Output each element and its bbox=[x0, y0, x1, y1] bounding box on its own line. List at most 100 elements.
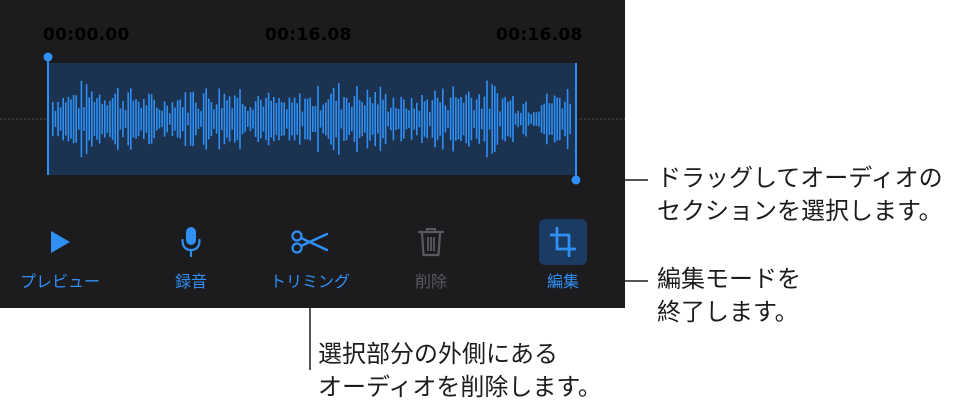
waveform-bar bbox=[423, 101, 426, 137]
selection-end-handle-knob[interactable] bbox=[571, 175, 581, 185]
waveform-bar bbox=[195, 102, 197, 136]
waveform-bar bbox=[345, 97, 348, 141]
waveform-view[interactable] bbox=[0, 0, 625, 200]
waveform-bar bbox=[410, 98, 413, 140]
waveform-bar bbox=[239, 89, 241, 149]
waveform-bar bbox=[166, 105, 168, 133]
preview-label: プレビュー bbox=[19, 272, 100, 291]
waveform-bar bbox=[322, 104, 324, 134]
waveform-bar bbox=[361, 101, 363, 137]
waveform-bar bbox=[267, 92, 270, 146]
drag-callout-line-1: ドラッグしてオーディオの bbox=[657, 164, 943, 192]
waveform-bar bbox=[283, 102, 285, 136]
trim-callout-line-2: オーディオを削除します。 bbox=[318, 373, 602, 401]
waveform-bar bbox=[455, 97, 457, 141]
waveform-bar bbox=[296, 103, 298, 135]
waveform-bar bbox=[254, 101, 257, 137]
waveform-bar bbox=[161, 110, 163, 128]
waveform-bar bbox=[405, 108, 408, 130]
waveform-bar bbox=[205, 88, 207, 150]
record-label: 録音 bbox=[174, 272, 207, 291]
waveform-bar bbox=[93, 102, 96, 136]
waveform-bar bbox=[556, 97, 558, 141]
waveform-bar bbox=[135, 99, 137, 139]
waveform-bar bbox=[306, 98, 309, 140]
waveform-bar bbox=[338, 83, 340, 155]
waveform-bar bbox=[257, 96, 259, 142]
waveform-bar bbox=[358, 100, 361, 138]
waveform-bar bbox=[457, 98, 460, 140]
waveform-bar bbox=[288, 97, 291, 141]
waveform-bar bbox=[299, 93, 301, 145]
waveform-bar bbox=[275, 103, 278, 136]
waveform-bar bbox=[98, 94, 101, 144]
waveform-bar bbox=[101, 103, 103, 135]
waveform-bar bbox=[527, 112, 530, 126]
waveform-bar bbox=[111, 98, 114, 140]
preview-button[interactable]: プレビュー bbox=[0, 215, 120, 295]
trim-callout-line-1: 選択部分の外側にある bbox=[318, 340, 558, 368]
waveform-bar bbox=[317, 85, 319, 152]
trim-label: トリミング bbox=[269, 272, 350, 291]
microphone-icon bbox=[166, 219, 216, 265]
waveform-bar bbox=[62, 97, 64, 141]
waveform-bar bbox=[449, 97, 452, 141]
waveform-bar bbox=[478, 94, 480, 144]
waveform-bar bbox=[171, 102, 174, 136]
waveform-bar bbox=[335, 100, 337, 138]
waveform-bar bbox=[314, 105, 317, 132]
edit-mode-callout-line-1: 編集モードを bbox=[657, 265, 801, 293]
waveform-bar bbox=[377, 104, 379, 134]
waveform-bar bbox=[465, 94, 467, 144]
waveform-bar bbox=[512, 96, 514, 142]
waveform-bar bbox=[483, 96, 486, 142]
waveform-bar bbox=[132, 100, 135, 138]
waveform-bar bbox=[496, 93, 499, 145]
waveform-bar bbox=[218, 88, 220, 150]
waveform-bar bbox=[530, 114, 532, 124]
waveform-bar bbox=[408, 110, 410, 128]
waveform-bar bbox=[106, 105, 109, 133]
waveform-bar bbox=[91, 91, 93, 147]
waveform-bar bbox=[429, 111, 431, 127]
waveform-bar bbox=[96, 98, 98, 140]
waveform-bar bbox=[304, 98, 306, 140]
waveform-bar bbox=[137, 101, 140, 137]
waveform-bar bbox=[501, 98, 504, 140]
waveform-bar bbox=[75, 95, 77, 143]
waveform-bar bbox=[564, 101, 566, 137]
waveform-bar bbox=[319, 110, 322, 128]
waveform-bar bbox=[507, 101, 509, 137]
waveform-bar bbox=[439, 102, 441, 136]
waveform-bar bbox=[535, 112, 538, 126]
waveform-bar bbox=[509, 100, 512, 138]
waveform-bar bbox=[174, 107, 176, 131]
waveform-bar bbox=[231, 108, 233, 130]
waveform-bar bbox=[551, 103, 553, 135]
record-button[interactable]: 録音 bbox=[131, 215, 251, 295]
waveform-bar bbox=[153, 99, 155, 139]
edit-button[interactable]: 編集 bbox=[503, 215, 623, 295]
edit-mode-callout-line-2: 終了します。 bbox=[657, 298, 799, 326]
waveform-bar bbox=[143, 99, 145, 140]
waveform-bar bbox=[434, 90, 436, 148]
waveform-bar bbox=[301, 111, 304, 127]
audio-editor-panel: 00:00.00 00:16.08 00:16.08 プレビュー 録音 トリミン… bbox=[0, 0, 625, 308]
waveform-bar bbox=[517, 110, 519, 128]
waveform-bar bbox=[270, 100, 272, 138]
delete-button[interactable]: 削除 bbox=[371, 215, 491, 295]
waveform-bar bbox=[353, 96, 356, 142]
waveform-bar bbox=[145, 105, 148, 133]
waveform-bar bbox=[395, 108, 397, 130]
waveform-bar bbox=[379, 86, 382, 152]
selection-start-handle-knob[interactable] bbox=[43, 52, 53, 62]
waveform-bar bbox=[462, 102, 465, 136]
waveform-bar bbox=[475, 99, 478, 139]
waveform-bar bbox=[366, 89, 369, 149]
trim-button[interactable]: トリミング bbox=[250, 215, 370, 295]
waveform-bar bbox=[384, 93, 387, 145]
waveform-bar bbox=[499, 111, 501, 127]
waveform-bar bbox=[543, 103, 545, 135]
scissors-icon bbox=[285, 219, 335, 265]
waveform-bar bbox=[114, 93, 116, 145]
